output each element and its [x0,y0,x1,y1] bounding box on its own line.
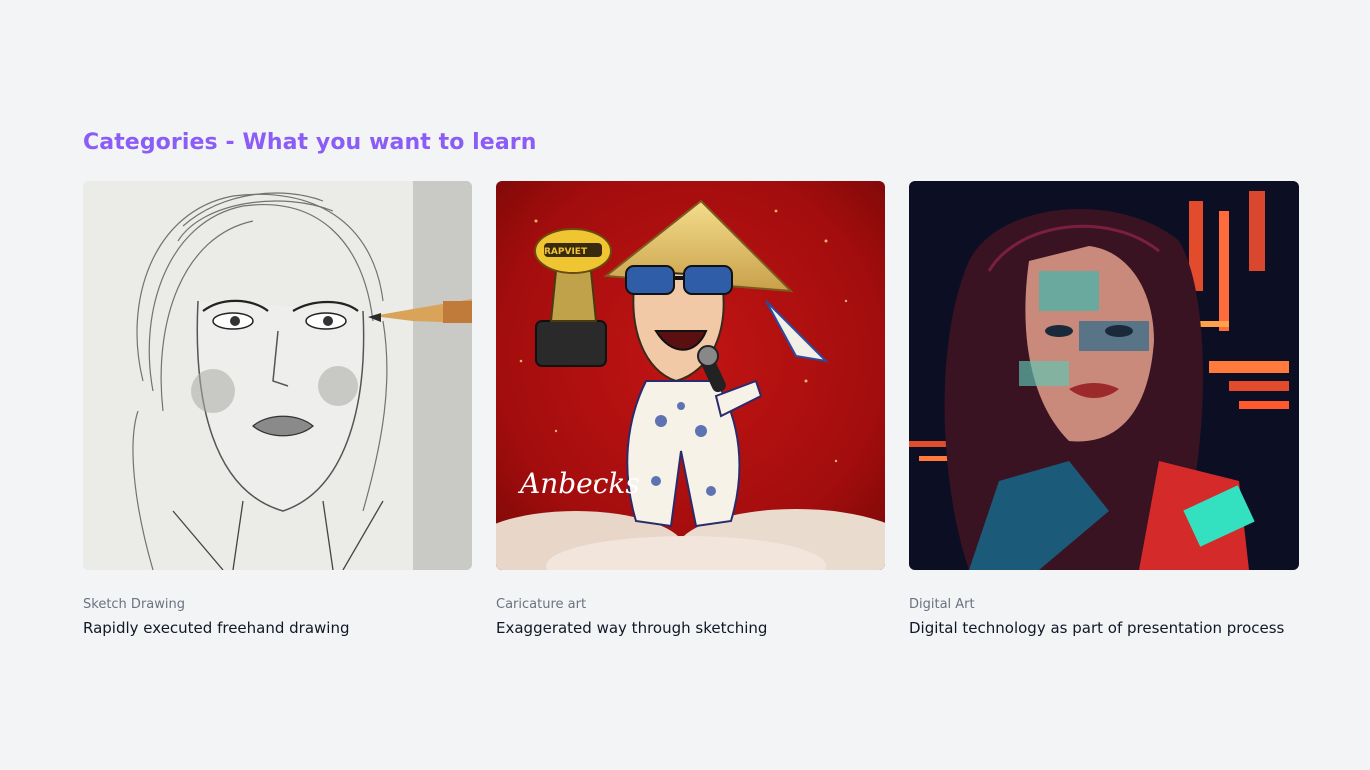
card-category: Sketch Drawing [83,597,185,612]
category-card-digital[interactable]: Digital Art Digital technology as part o… [909,181,1299,639]
card-category: Digital Art [909,597,975,612]
pencil-sketch-portrait-image[interactable] [83,181,472,570]
categories-section: Categories - What you want to learn Sket… [83,128,1299,639]
artist-signature: Anbecks [517,467,640,500]
card-category: Caricature art [496,597,587,612]
card-description[interactable]: Rapidly executed freehand drawing [83,618,472,639]
card-description[interactable]: Digital technology as part of presentati… [909,618,1299,639]
caricature-illustration-image[interactable]: Anbecks RAPVIET [496,181,885,570]
trophy-badge-text: RAPVIET [544,247,588,257]
card-description[interactable]: Exaggerated way through sketching [496,618,885,639]
section-title: Categories - What you want to learn [83,130,537,155]
categories-grid: Sketch Drawing Rapidly executed freehand… [83,181,1299,639]
category-card-caricature[interactable]: Anbecks RAPVIET Caricature art Exaggerat… [496,181,885,639]
digital-glitch-portrait-image[interactable] [909,181,1299,570]
category-card-sketch[interactable]: Sketch Drawing Rapidly executed freehand… [83,181,472,639]
